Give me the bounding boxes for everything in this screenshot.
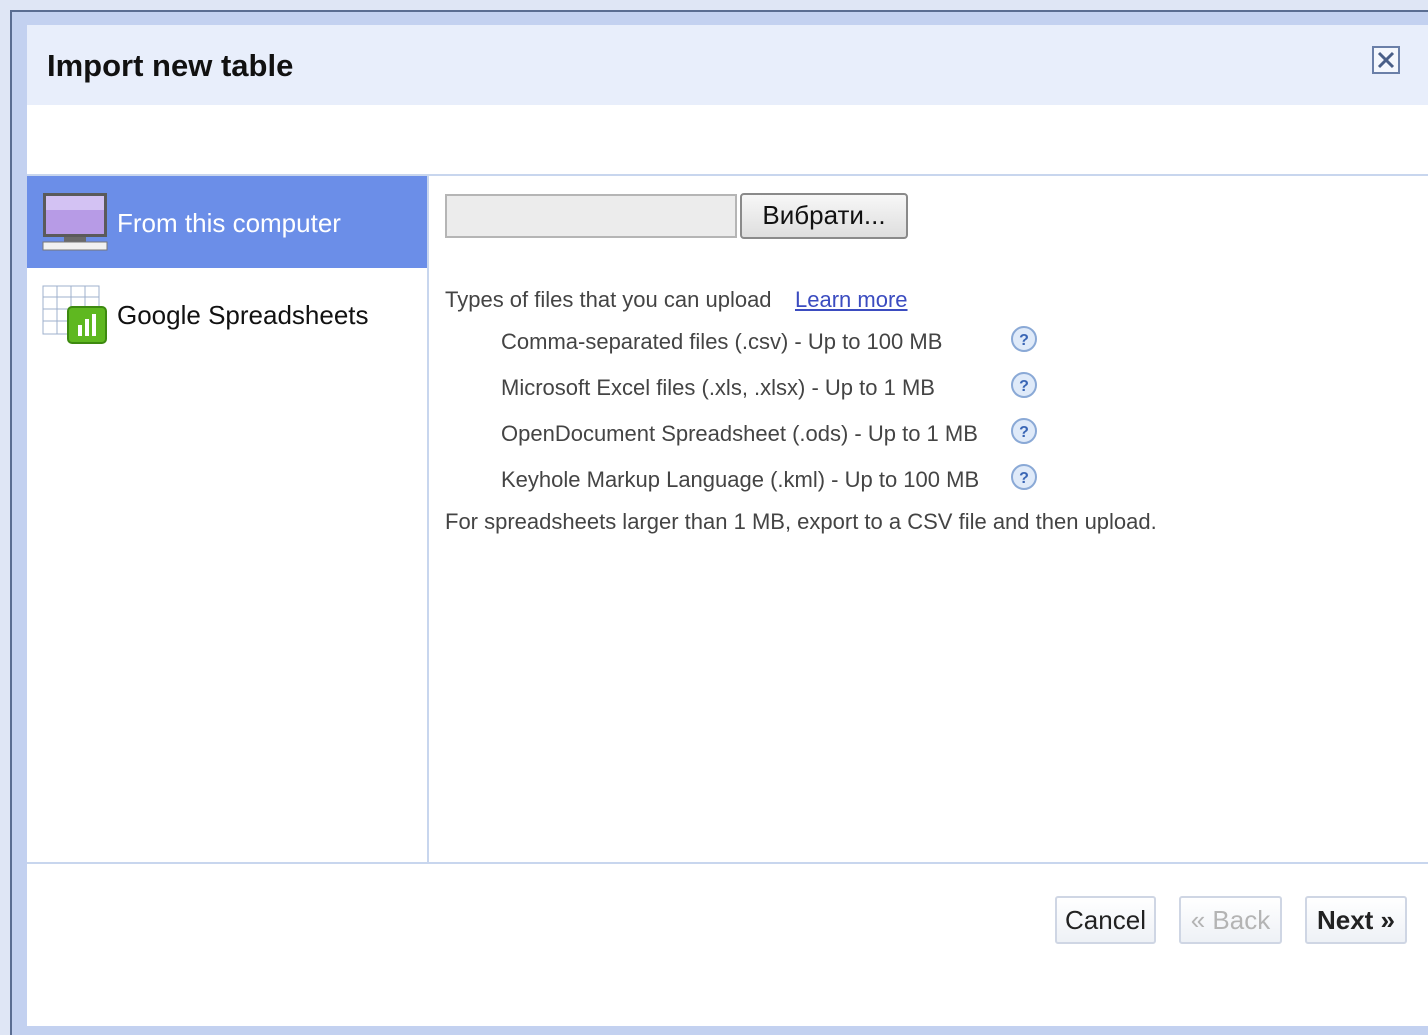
dialog-titlebar: Import new table [27, 25, 1428, 105]
help-icon[interactable]: ? [1010, 325, 1038, 353]
svg-text:?: ? [1019, 378, 1029, 395]
svg-text:?: ? [1019, 332, 1029, 349]
help-icon[interactable]: ? [1010, 417, 1038, 445]
svg-text:?: ? [1019, 470, 1029, 487]
file-path-input[interactable] [445, 194, 737, 238]
spreadsheet-icon [42, 285, 107, 344]
next-button[interactable]: Next » [1305, 896, 1407, 944]
sidebar-item-google-spreadsheets[interactable]: Google Spreadsheets [27, 268, 427, 360]
learn-more-link[interactable]: Learn more [795, 287, 908, 313]
help-icon[interactable]: ? [1010, 371, 1038, 399]
dialog-body: From this computer Google Spreadsheets В… [27, 174, 1428, 864]
close-button[interactable] [1372, 46, 1400, 74]
sidebar-item-from-this-computer[interactable]: From this computer [27, 176, 427, 268]
import-dialog: Import new table From this computer Goog… [10, 10, 1428, 1035]
svg-text:?: ? [1019, 424, 1029, 441]
dialog-inner: Import new table From this computer Goog… [27, 25, 1428, 1026]
sidebar-item-label: Google Spreadsheets [117, 300, 369, 330]
help-icon[interactable]: ? [1010, 463, 1038, 491]
dialog-title: Import new table [47, 48, 294, 83]
close-icon [1377, 51, 1395, 69]
source-sidebar: From this computer Google Spreadsheets [27, 176, 429, 862]
file-type-excel: Microsoft Excel files (.xls, .xlsx) - Up… [501, 375, 935, 400]
monitor-icon [42, 193, 108, 251]
sidebar-item-label: From this computer [117, 208, 341, 238]
file-type-csv: Comma-separated files (.csv) - Up to 100… [501, 329, 943, 354]
back-button[interactable]: « Back [1179, 896, 1282, 944]
size-note: For spreadsheets larger than 1 MB, expor… [445, 509, 1157, 534]
file-type-kml: Keyhole Markup Language (.kml) - Up to 1… [501, 467, 980, 492]
file-type-ods: OpenDocument Spreadsheet (.ods) - Up to … [501, 421, 978, 446]
cancel-button[interactable]: Cancel [1055, 896, 1156, 944]
browse-button[interactable]: Вибрати... [740, 193, 908, 239]
file-types-heading: Types of files that you can upload [445, 287, 772, 312]
upload-panel: Вибрати... Types of files that you can u… [429, 176, 1428, 862]
